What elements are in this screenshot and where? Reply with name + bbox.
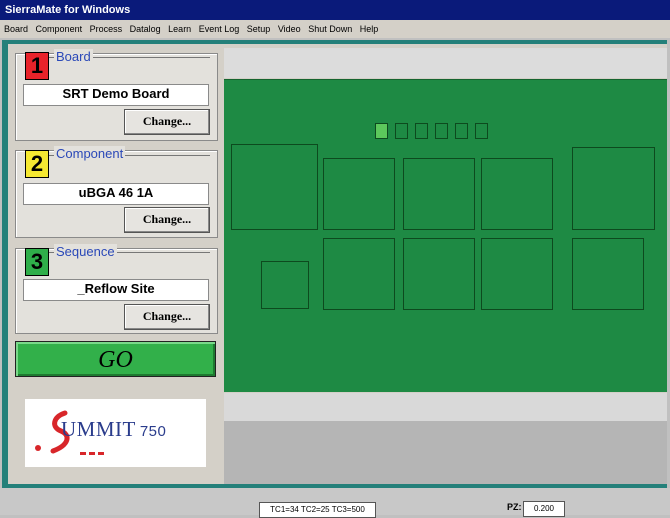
logo-model-number: 750	[139, 423, 167, 440]
board-footer-strip	[224, 393, 667, 421]
thermocouple-readout: TC1=34 TC2=25 TC3=500	[259, 502, 376, 518]
menu-bar: Board Component Process Datalog Learn Ev…	[0, 20, 670, 38]
component-group-title: Component	[54, 146, 126, 161]
menu-setup[interactable]: Setup	[247, 24, 271, 34]
board-header-strip	[224, 48, 667, 78]
menu-help[interactable]: Help	[360, 24, 379, 34]
component-change-button[interactable]: Change...	[124, 207, 210, 233]
indicator-led	[475, 123, 488, 139]
pcb-board-view[interactable]	[224, 79, 667, 392]
menu-component[interactable]: Component	[36, 24, 83, 34]
board-component[interactable]	[481, 238, 553, 310]
pz-label: PZ:	[507, 502, 522, 512]
step-1-badge: 1	[25, 52, 49, 80]
indicator-led	[455, 123, 468, 139]
menu-datalog[interactable]: Datalog	[130, 24, 161, 34]
board-component[interactable]	[261, 261, 309, 309]
menu-video[interactable]: Video	[278, 24, 301, 34]
board-component[interactable]	[572, 238, 644, 310]
title-bar: SierraMate for Windows	[0, 0, 670, 20]
board-group-title: Board	[54, 49, 93, 64]
menu-shut-down[interactable]: Shut Down	[308, 24, 352, 34]
summit-logo: UMMIT 750	[25, 399, 206, 467]
sequence-group-title: Sequence	[54, 244, 117, 259]
window-title: SierraMate for Windows	[5, 4, 131, 16]
board-component[interactable]	[231, 144, 318, 230]
board-value-field: SRT Demo Board	[23, 84, 209, 106]
menu-board[interactable]: Board	[4, 24, 28, 34]
indicator-led	[395, 123, 408, 139]
board-component[interactable]	[481, 158, 553, 230]
logo-brand-text: UMMIT	[61, 417, 136, 441]
component-value-field: uBGA 46 1A	[23, 183, 209, 205]
sequence-change-button[interactable]: Change...	[124, 304, 210, 330]
menu-learn[interactable]: Learn	[168, 24, 191, 34]
video-area	[224, 421, 667, 484]
board-component[interactable]	[323, 158, 395, 230]
menu-event-log[interactable]: Event Log	[199, 24, 240, 34]
indicator-led	[375, 123, 388, 139]
indicator-led	[415, 123, 428, 139]
board-component[interactable]	[403, 158, 475, 230]
step-3-badge: 3	[25, 248, 49, 276]
menu-process[interactable]: Process	[90, 24, 123, 34]
board-component[interactable]	[572, 147, 655, 230]
go-button[interactable]: GO	[15, 341, 216, 377]
board-component[interactable]	[403, 238, 475, 310]
indicator-led	[435, 123, 448, 139]
board-component[interactable]	[323, 238, 395, 310]
logo-wordmark: UMMIT 750	[61, 417, 166, 442]
sequence-value-field: _Reflow Site	[23, 279, 209, 301]
step-2-badge: 2	[25, 150, 49, 178]
board-change-button[interactable]: Change...	[124, 109, 210, 135]
